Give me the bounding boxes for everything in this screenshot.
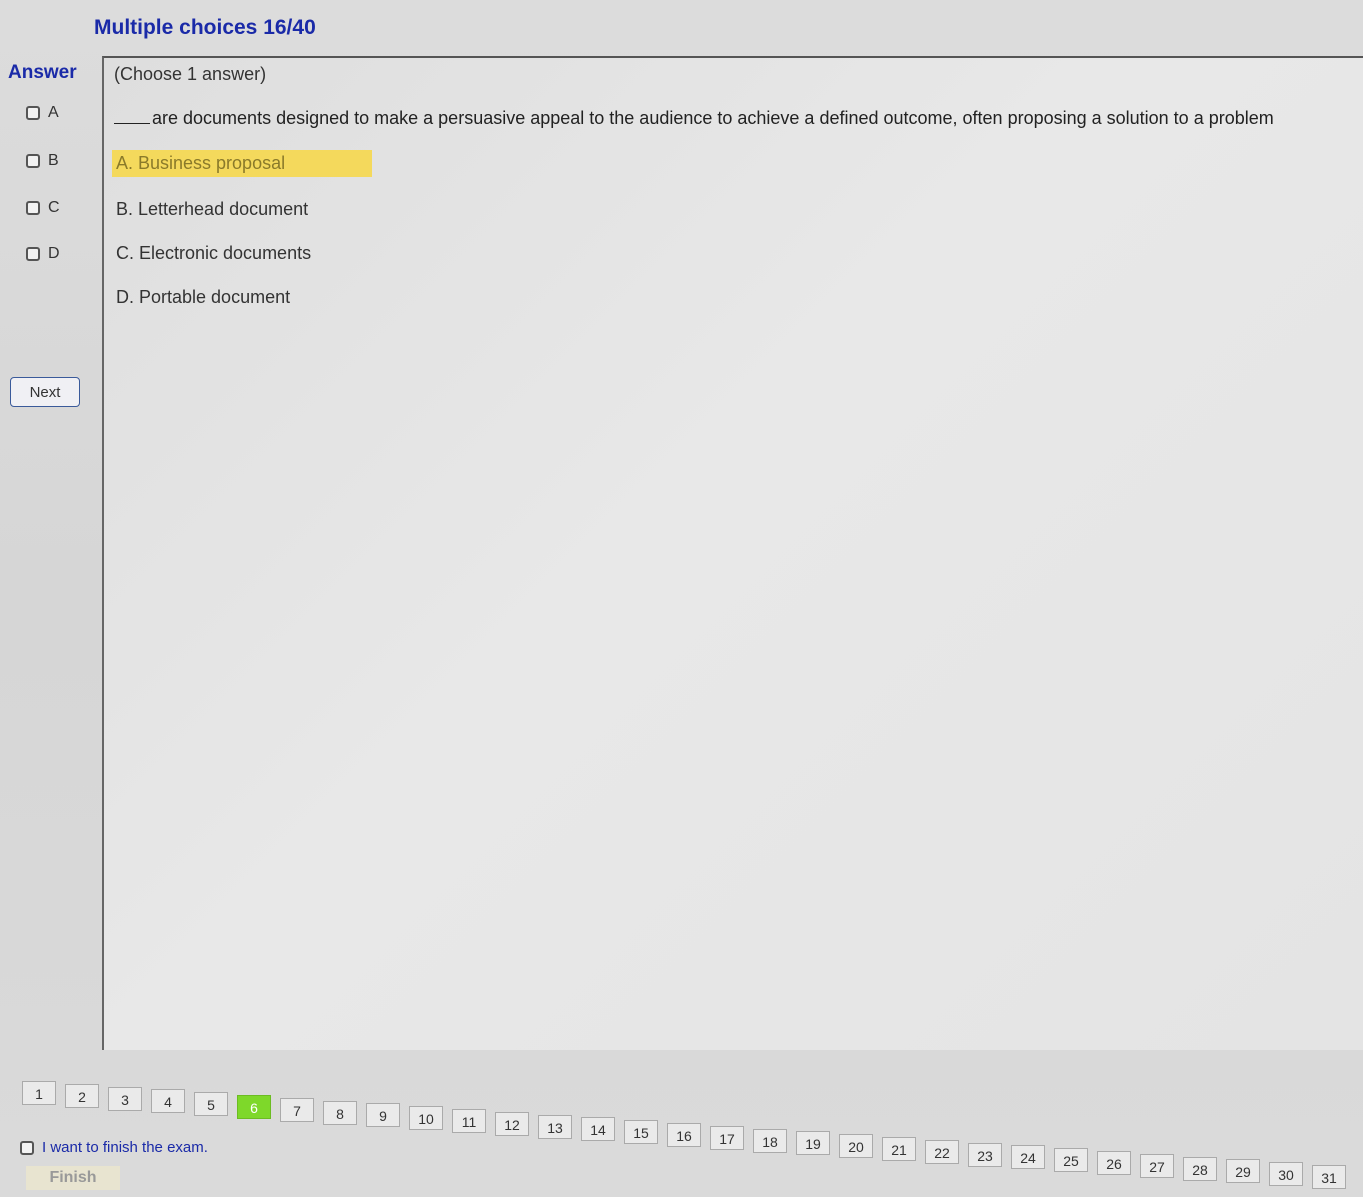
answer-option-label: D bbox=[48, 245, 60, 262]
page-button-24[interactable]: 24 bbox=[1011, 1145, 1045, 1170]
answer-option-d[interactable]: D bbox=[26, 245, 60, 263]
choice-d[interactable]: D. Portable document bbox=[112, 284, 294, 311]
page-button-11[interactable]: 11 bbox=[452, 1109, 486, 1133]
page-button-18[interactable]: 18 bbox=[753, 1128, 787, 1153]
answer-option-label: A bbox=[48, 104, 59, 121]
finish-exam-checkbox[interactable]: I want to finish the exam. bbox=[20, 1139, 208, 1156]
page-button-13[interactable]: 13 bbox=[538, 1114, 572, 1139]
page-title: Multiple choices 16/40 bbox=[94, 16, 316, 39]
answer-option-label: B bbox=[48, 152, 59, 169]
choice-b[interactable]: B. Letterhead document bbox=[112, 196, 312, 223]
page-button-14[interactable]: 14 bbox=[581, 1117, 615, 1142]
page-button-10[interactable]: 10 bbox=[409, 1106, 443, 1131]
checkbox-icon[interactable] bbox=[26, 247, 40, 261]
answer-option-b[interactable]: B bbox=[26, 152, 59, 170]
question-text-row: are documents designed to make a persuas… bbox=[114, 108, 1274, 129]
page-button-23[interactable]: 23 bbox=[968, 1142, 1002, 1167]
question-text: are documents designed to make a persuas… bbox=[152, 108, 1274, 128]
page-button-20[interactable]: 20 bbox=[839, 1134, 873, 1159]
page-button-28[interactable]: 28 bbox=[1183, 1156, 1217, 1181]
page-button-15[interactable]: 15 bbox=[624, 1120, 658, 1145]
checkbox-icon[interactable] bbox=[26, 154, 40, 168]
page-button-17[interactable]: 17 bbox=[710, 1125, 744, 1150]
answer-option-label: C bbox=[48, 199, 60, 216]
answer-label: Answer bbox=[8, 62, 77, 83]
choice-c[interactable]: C. Electronic documents bbox=[112, 240, 315, 267]
page-button-4[interactable]: 4 bbox=[151, 1089, 185, 1114]
finish-button[interactable]: Finish bbox=[26, 1166, 120, 1190]
page-button-2[interactable]: 2 bbox=[65, 1083, 99, 1108]
page-button-27[interactable]: 27 bbox=[1140, 1153, 1174, 1178]
page-button-1[interactable]: 1 bbox=[22, 1081, 56, 1105]
choice-a[interactable]: A. Business proposal bbox=[112, 150, 372, 177]
page-button-7[interactable]: 7 bbox=[280, 1097, 314, 1122]
page-button-5[interactable]: 5 bbox=[194, 1092, 228, 1117]
answer-option-a[interactable]: A bbox=[26, 104, 59, 122]
page-button-21[interactable]: 21 bbox=[882, 1137, 916, 1161]
page-button-31[interactable]: 31 bbox=[1312, 1165, 1346, 1189]
page-button-3[interactable]: 3 bbox=[108, 1086, 142, 1111]
page-button-26[interactable]: 26 bbox=[1097, 1151, 1131, 1175]
page-button-9[interactable]: 9 bbox=[366, 1103, 400, 1128]
blank-line bbox=[114, 109, 150, 124]
checkbox-icon[interactable] bbox=[20, 1140, 34, 1155]
answer-option-c[interactable]: C bbox=[26, 199, 60, 217]
page-button-22[interactable]: 22 bbox=[925, 1139, 959, 1164]
checkbox-icon[interactable] bbox=[26, 106, 40, 120]
page-button-30[interactable]: 30 bbox=[1269, 1162, 1303, 1187]
page-button-29[interactable]: 29 bbox=[1226, 1159, 1260, 1184]
page-button-16[interactable]: 16 bbox=[667, 1123, 701, 1147]
page-button-8[interactable]: 8 bbox=[323, 1100, 357, 1125]
next-button[interactable]: Next bbox=[10, 377, 80, 407]
checkbox-icon[interactable] bbox=[26, 201, 40, 215]
question-panel: (Choose 1 answer) are documents designed… bbox=[102, 56, 1363, 1050]
page-button-6[interactable]: 6 bbox=[237, 1095, 271, 1119]
page-button-25[interactable]: 25 bbox=[1054, 1148, 1088, 1173]
page-button-12[interactable]: 12 bbox=[495, 1111, 529, 1136]
question-pagination: 1 2 3 4 5 6 7 8 9 10 11 12 13 14 15 16 17 18 19 20 21 22 23 24 2… bbox=[22, 1081, 1363, 1189]
finish-exam-label: I want to finish the exam. bbox=[42, 1139, 208, 1156]
question-instruction: (Choose 1 answer) bbox=[114, 64, 267, 84]
page-button-19[interactable]: 19 bbox=[796, 1131, 830, 1156]
